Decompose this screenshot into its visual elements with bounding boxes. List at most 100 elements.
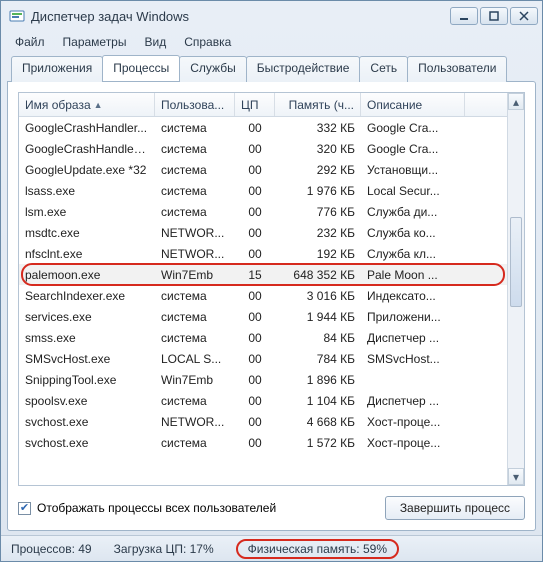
close-button[interactable] bbox=[510, 7, 538, 25]
scroll-down-button[interactable]: ▾ bbox=[508, 468, 524, 485]
cell-mem: 3 016 КБ bbox=[275, 287, 361, 305]
tab-users[interactable]: Пользователи bbox=[407, 56, 507, 82]
cell-cpu: 00 bbox=[235, 140, 275, 158]
cell-desc: Служба ко... bbox=[361, 224, 465, 242]
cell-user: система bbox=[155, 329, 235, 347]
cell-user: система bbox=[155, 140, 235, 158]
end-process-button[interactable]: Завершить процесс bbox=[385, 496, 525, 520]
tab-processes[interactable]: Процессы bbox=[102, 55, 180, 81]
cell-desc: Google Cra... bbox=[361, 119, 465, 137]
table-row[interactable]: SearchIndexer.exeсистема003 016 КБИндекс… bbox=[19, 285, 507, 306]
cell-desc: Local Secur... bbox=[361, 182, 465, 200]
col-image-name[interactable]: Имя образа▲ bbox=[19, 93, 155, 116]
menu-file[interactable]: Файл bbox=[7, 33, 53, 51]
tab-panel-processes: Имя образа▲ Пользова... ЦП Память (ч... … bbox=[7, 81, 536, 531]
cell-mem: 1 896 КБ bbox=[275, 371, 361, 389]
cell-user: система bbox=[155, 434, 235, 452]
cell-mem: 1 104 КБ bbox=[275, 392, 361, 410]
menu-view[interactable]: Вид bbox=[136, 33, 174, 51]
cell-cpu: 00 bbox=[235, 308, 275, 326]
cell-user: NETWOR... bbox=[155, 245, 235, 263]
table-row[interactable]: svchost.exeсистема001 572 КБХост-проце..… bbox=[19, 432, 507, 453]
cell-desc: Pale Moon ... bbox=[361, 266, 465, 284]
cell-desc: Хост-проце... bbox=[361, 434, 465, 452]
cell-name: smss.exe bbox=[19, 329, 155, 347]
menu-options[interactable]: Параметры bbox=[55, 33, 135, 51]
show-all-label: Отображать процессы всех пользователей bbox=[37, 501, 276, 515]
cell-mem: 1 944 КБ bbox=[275, 308, 361, 326]
cell-mem: 332 КБ bbox=[275, 119, 361, 137]
cell-cpu: 15 bbox=[235, 266, 275, 284]
cell-name: spoolsv.exe bbox=[19, 392, 155, 410]
table-row[interactable]: GoogleCrashHandler6...система00320 КБGoo… bbox=[19, 138, 507, 159]
tab-services[interactable]: Службы bbox=[179, 56, 246, 82]
titlebar[interactable]: Диспетчер задач Windows bbox=[1, 1, 542, 31]
cell-cpu: 00 bbox=[235, 329, 275, 347]
cell-user: система bbox=[155, 392, 235, 410]
tab-performance[interactable]: Быстродействие bbox=[246, 56, 361, 82]
cell-cpu: 00 bbox=[235, 203, 275, 221]
col-cpu[interactable]: ЦП bbox=[235, 93, 275, 116]
minimize-button[interactable] bbox=[450, 7, 478, 25]
cell-cpu: 00 bbox=[235, 119, 275, 137]
cell-desc bbox=[361, 378, 465, 382]
table-row[interactable]: GoogleCrashHandler...система00332 КБGoog… bbox=[19, 117, 507, 138]
cell-desc: Служба ди... bbox=[361, 203, 465, 221]
cell-name: msdtc.exe bbox=[19, 224, 155, 242]
list-header: Имя образа▲ Пользова... ЦП Память (ч... … bbox=[19, 93, 507, 117]
table-row[interactable]: svchost.exeNETWOR...004 668 КБХост-проце… bbox=[19, 411, 507, 432]
cell-cpu: 00 bbox=[235, 371, 275, 389]
table-row[interactable]: services.exeсистема001 944 КБПриложени..… bbox=[19, 306, 507, 327]
cell-user: LOCAL S... bbox=[155, 350, 235, 368]
maximize-button[interactable] bbox=[480, 7, 508, 25]
show-all-users-checkbox[interactable]: ✔ Отображать процессы всех пользователей bbox=[18, 501, 377, 515]
table-row[interactable]: SMSvcHost.exeLOCAL S...00784 КБSMSvcHost… bbox=[19, 348, 507, 369]
cell-desc: Индексато... bbox=[361, 287, 465, 305]
cell-user: Win7Emb bbox=[155, 266, 235, 284]
cell-name: lsm.exe bbox=[19, 203, 155, 221]
table-row[interactable]: nfsclnt.exeNETWOR...00192 КБСлужба кл... bbox=[19, 243, 507, 264]
table-row[interactable]: spoolsv.exeсистема001 104 КБДиспетчер ..… bbox=[19, 390, 507, 411]
cell-desc: Диспетчер ... bbox=[361, 329, 465, 347]
cell-mem: 232 КБ bbox=[275, 224, 361, 242]
task-manager-window: Диспетчер задач Windows Файл Параметры В… bbox=[0, 0, 543, 562]
cell-user: система bbox=[155, 287, 235, 305]
table-row[interactable]: msdtc.exeNETWOR...00232 КБСлужба ко... bbox=[19, 222, 507, 243]
cell-name: GoogleCrashHandler... bbox=[19, 119, 155, 137]
cell-cpu: 00 bbox=[235, 287, 275, 305]
table-row[interactable]: smss.exeсистема0084 КБДиспетчер ... bbox=[19, 327, 507, 348]
cell-mem: 784 КБ bbox=[275, 350, 361, 368]
table-row[interactable]: lsm.exeсистема00776 КБСлужба ди... bbox=[19, 201, 507, 222]
vertical-scrollbar[interactable]: ▴ ▾ bbox=[507, 93, 524, 485]
cell-user: NETWOR... bbox=[155, 413, 235, 431]
cell-desc: Диспетчер ... bbox=[361, 392, 465, 410]
cell-user: система bbox=[155, 203, 235, 221]
table-row[interactable]: GoogleUpdate.exe *32система00292 КБУстан… bbox=[19, 159, 507, 180]
table-row[interactable]: palemoon.exeWin7Emb15648 352 КБPale Moon… bbox=[19, 264, 507, 285]
table-row[interactable]: SnippingTool.exeWin7Emb001 896 КБ bbox=[19, 369, 507, 390]
cell-desc: Служба кл... bbox=[361, 245, 465, 263]
scroll-thumb[interactable] bbox=[510, 217, 522, 307]
cell-user: система bbox=[155, 308, 235, 326]
scroll-up-button[interactable]: ▴ bbox=[508, 93, 524, 110]
cell-desc: Установщи... bbox=[361, 161, 465, 179]
cell-mem: 1 976 КБ bbox=[275, 182, 361, 200]
cell-mem: 1 572 КБ bbox=[275, 434, 361, 452]
cell-name: svchost.exe bbox=[19, 434, 155, 452]
cell-mem: 648 352 КБ bbox=[275, 266, 361, 284]
cell-name: GoogleCrashHandler6... bbox=[19, 140, 155, 158]
col-description[interactable]: Описание bbox=[361, 93, 465, 116]
cell-desc: Хост-проце... bbox=[361, 413, 465, 431]
tab-applications[interactable]: Приложения bbox=[11, 56, 103, 82]
tab-network[interactable]: Сеть bbox=[359, 56, 408, 82]
cell-cpu: 00 bbox=[235, 182, 275, 200]
menu-help[interactable]: Справка bbox=[176, 33, 239, 51]
col-user[interactable]: Пользова... bbox=[155, 93, 235, 116]
cell-cpu: 00 bbox=[235, 245, 275, 263]
statusbar: Процессов: 49 Загрузка ЦП: 17% Физическа… bbox=[1, 535, 542, 561]
cell-name: SMSvcHost.exe bbox=[19, 350, 155, 368]
cell-cpu: 00 bbox=[235, 224, 275, 242]
cell-mem: 776 КБ bbox=[275, 203, 361, 221]
col-memory[interactable]: Память (ч... bbox=[275, 93, 361, 116]
table-row[interactable]: lsass.exeсистема001 976 КБLocal Secur... bbox=[19, 180, 507, 201]
